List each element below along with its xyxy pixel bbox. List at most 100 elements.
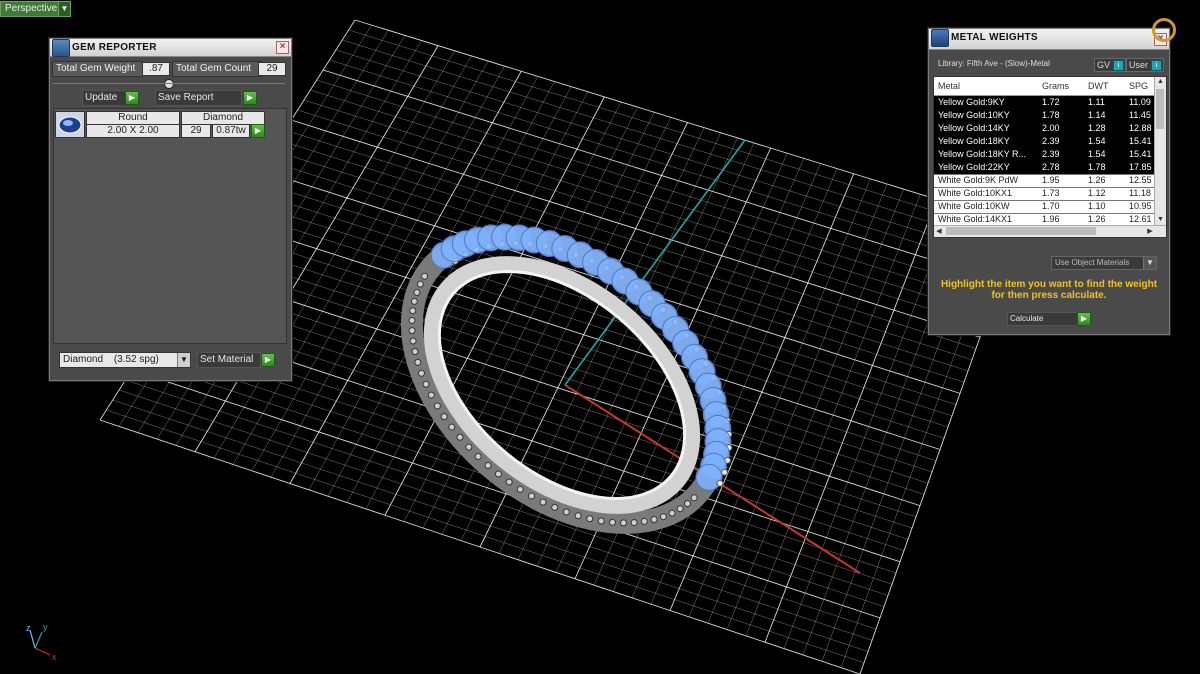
total-gem-count-label: Total Gem Count [172, 61, 263, 77]
set-material-button[interactable]: Set Material [197, 352, 261, 368]
splitter-line [52, 83, 285, 84]
user-toggle[interactable]: User i [1126, 58, 1164, 72]
gv-toggle[interactable]: GV i [1094, 58, 1126, 72]
gem-row-go-icon[interactable]: ▶ [251, 124, 265, 138]
metal-cell-grams: 2.00 [1042, 123, 1060, 133]
prong [414, 358, 422, 366]
scroll-down-icon[interactable]: ▼ [1155, 215, 1166, 225]
chevron-down-icon[interactable]: ▼ [1143, 257, 1156, 269]
prong [494, 470, 502, 478]
metal-table-row[interactable]: Yellow Gold:10KY 1.78 1.14 11.45 [934, 109, 1154, 123]
metal-weights-titlebar[interactable]: METAL WEIGHTS × [929, 29, 1169, 50]
prong [421, 272, 429, 280]
gem-table[interactable]: Round Diamond 2.00 X 2.00 29 0.87tw ▶ [55, 111, 285, 138]
prong [413, 288, 421, 296]
gem-reporter-title: GEM REPORTER [72, 42, 157, 53]
metal-table-row[interactable]: Yellow Gold:18KY R... 2.39 1.54 15.41 [934, 148, 1154, 162]
prong [408, 316, 416, 324]
metal-weights-library: Library: Fifth Ave - (Slow)-Metal [938, 59, 1050, 68]
save-report-button[interactable]: Save Report [155, 90, 242, 106]
metal-table-row[interactable]: White Gold:10KX1 1.73 1.12 11.18 [934, 187, 1154, 201]
close-icon[interactable]: × [276, 41, 289, 54]
metal-cell-spg: 11.09 [1129, 97, 1151, 107]
prong [640, 517, 648, 525]
prong [683, 500, 691, 508]
chevron-down-icon[interactable]: ▼ [177, 353, 190, 367]
prong [433, 402, 441, 410]
prong [716, 479, 724, 487]
prong [528, 492, 536, 500]
view-mode-label[interactable]: Perspective [0, 1, 63, 17]
metal-cell-metal: Yellow Gold:14KY [938, 123, 1010, 133]
metal-cell-grams: 1.95 [1042, 175, 1060, 185]
metal-weights-title: METAL WEIGHTS [951, 32, 1038, 43]
prong [417, 369, 425, 377]
metal-cell-dwt: 1.28 [1088, 123, 1106, 133]
use-object-materials-select[interactable]: Use Object Materials ▼ [1051, 256, 1157, 270]
user-info-icon: i [1151, 60, 1162, 71]
metal-cell-grams: 2.39 [1042, 149, 1060, 159]
metal-table-row[interactable]: White Gold:9K PdW 1.95 1.26 12.55 [934, 174, 1154, 188]
metal-weights-table[interactable]: Metal Grams DWT SPG Yellow Gold:9KY 1.72 1… [933, 76, 1167, 238]
calculate-go-icon[interactable]: ▶ [1077, 312, 1091, 326]
scroll-thumb[interactable] [1156, 89, 1164, 129]
vertical-scrollbar[interactable]: ▲ ▼ [1154, 77, 1166, 225]
update-button[interactable]: Update [82, 90, 126, 106]
metal-cell-spg: 11.45 [1129, 110, 1151, 120]
metal-weights-hint: Highlight the item you want to find the … [940, 279, 1158, 301]
scroll-left-icon[interactable]: ◀ [934, 226, 944, 237]
prong [608, 518, 616, 526]
metal-cell-dwt: 1.10 [1088, 201, 1106, 211]
metal-table-row[interactable]: Yellow Gold:14KY 2.00 1.28 12.88 [934, 122, 1154, 136]
gizmo-y-label: y [43, 622, 48, 632]
hscroll-thumb[interactable] [946, 227, 1096, 235]
metal-cell-dwt: 1.78 [1088, 162, 1106, 172]
calculate-button[interactable]: Calculate [1007, 312, 1081, 326]
prong [516, 485, 524, 493]
prong [409, 337, 417, 345]
ring-model[interactable] [357, 179, 773, 580]
metal-cell-metal: White Gold:10KW [938, 201, 1010, 211]
prong [484, 462, 492, 470]
metal-cell-metal: White Gold:9K PdW [938, 175, 1019, 185]
prong [676, 505, 684, 513]
prong [427, 391, 435, 399]
view-mode-dropdown-icon[interactable]: ▼ [58, 1, 71, 17]
scroll-up-icon[interactable]: ▲ [1155, 77, 1166, 87]
total-gem-weight-label: Total Gem Weight [52, 61, 143, 77]
grams-col-header: Grams [1042, 81, 1069, 91]
metal-ring-logo-icon [1152, 18, 1176, 42]
prong [456, 433, 464, 441]
metal-cell-dwt: 1.54 [1088, 136, 1106, 146]
update-go-icon[interactable]: ▶ [125, 91, 139, 105]
spg-col-header: SPG [1129, 81, 1149, 91]
prong [416, 280, 424, 288]
metal-table-row[interactable]: Yellow Gold:18KY 2.39 1.54 15.41 [934, 135, 1154, 149]
set-material-go-icon[interactable]: ▶ [261, 353, 275, 367]
save-report-go-icon[interactable]: ▶ [243, 91, 257, 105]
prong [574, 512, 582, 520]
metal-cell-spg: 15.41 [1129, 149, 1152, 159]
metal-table-row[interactable]: White Gold:10KW 1.70 1.10 10.95 [934, 200, 1154, 214]
horizontal-scrollbar[interactable]: ◀ ▶ [934, 225, 1166, 237]
prong [409, 307, 417, 315]
gem-stone [695, 463, 723, 491]
use-object-materials-label: Use Object Materials [1055, 258, 1130, 267]
total-gem-count-value: 29 [258, 62, 286, 76]
gem-reporter-titlebar[interactable]: GEM REPORTER × [50, 39, 291, 57]
metal-cell-spg: 11.18 [1129, 188, 1151, 198]
prong [586, 515, 594, 523]
material-select[interactable]: Diamond (3.52 spg) ▼ [59, 352, 191, 368]
metal-cell-dwt: 1.26 [1088, 175, 1106, 185]
metal-cell-metal: Yellow Gold:18KY R... [938, 149, 1027, 159]
metal-cell-grams: 2.39 [1042, 136, 1060, 146]
metal-table-row[interactable]: Yellow Gold:9KY 1.72 1.11 11.09 [934, 96, 1154, 110]
metal-cell-dwt: 1.54 [1088, 149, 1106, 159]
metal-table-row[interactable]: Yellow Gold:22KY 2.78 1.78 17.85 [934, 161, 1154, 175]
prong [668, 509, 676, 517]
prong [448, 423, 456, 431]
grid-line [764, 199, 938, 643]
metal-cell-spg: 15.41 [1129, 136, 1152, 146]
splitter-handle[interactable] [164, 79, 174, 89]
scroll-right-icon[interactable]: ▶ [1145, 226, 1155, 237]
